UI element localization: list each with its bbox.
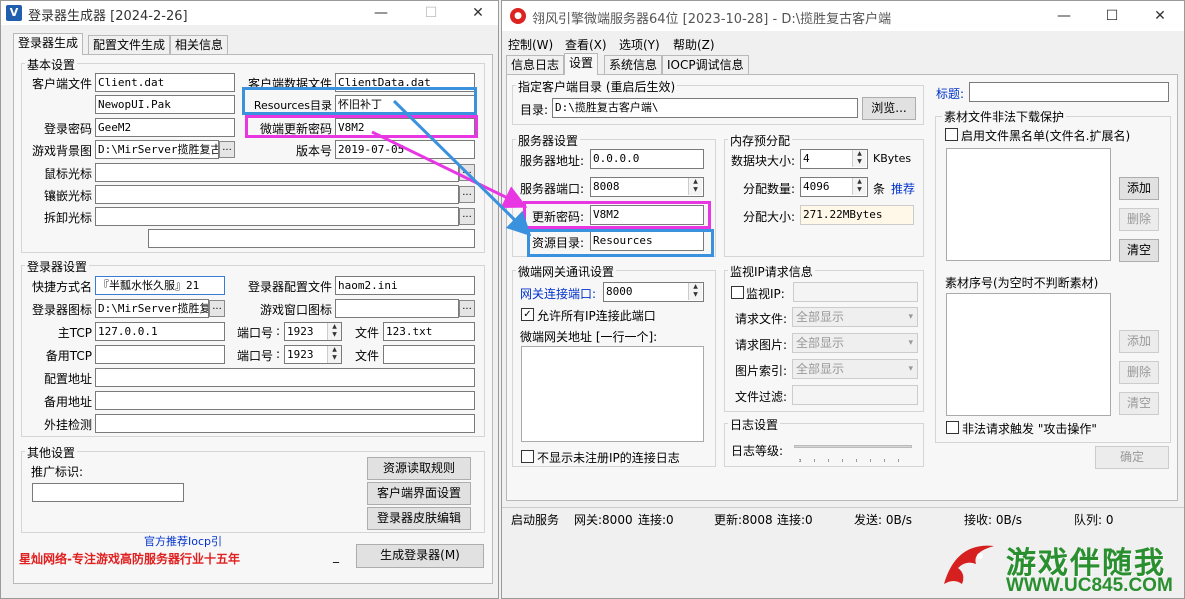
annotation-arrows [371, 99, 532, 237]
watermark-url: WWW.UC845.COM [1006, 575, 1173, 596]
tab-settings[interactable]: 设置 [564, 53, 599, 75]
arrow-resources [392, 99, 532, 237]
watermark-logo-icon [936, 534, 1002, 594]
arrow-password [371, 130, 528, 208]
tab-login-generate[interactable]: 登录器生成 [13, 33, 84, 55]
